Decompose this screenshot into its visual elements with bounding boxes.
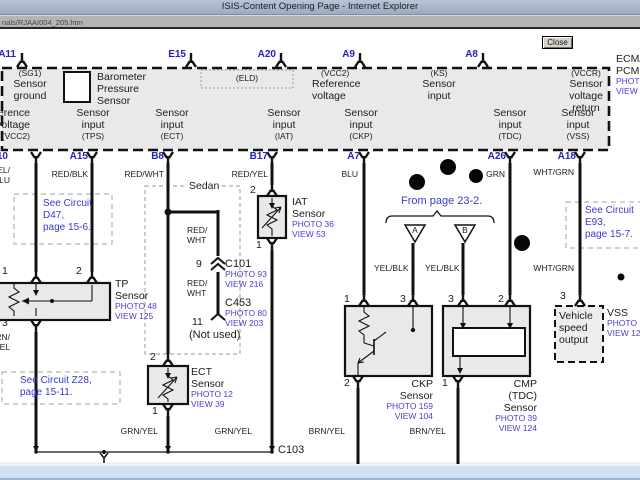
- browser-window: ISIS-Content Opening Page - Internet Exp…: [0, 0, 640, 480]
- pin-label-e15[interactable]: E15: [160, 49, 186, 61]
- vss-label: VSS PHOTO VIEW 12: [607, 307, 640, 338]
- vcc2-reference-voltage-label: (VCC2) Reference voltage: [312, 68, 360, 102]
- c101-view-link[interactable]: VIEW 216: [225, 280, 267, 290]
- pin-label-a18[interactable]: A18: [550, 151, 576, 163]
- triangle-a-letter: A: [408, 225, 422, 235]
- tp-pin-2: 2: [76, 265, 82, 277]
- cmp-inner-element: [453, 328, 525, 356]
- barometer-sensor-box: [64, 72, 90, 102]
- c101-connector-icon: [211, 258, 225, 270]
- ckp-view-link[interactable]: VIEW 104: [373, 412, 433, 422]
- ckp-pin-1: 1: [344, 293, 350, 305]
- wire-color-red-blk: RED/BLK: [46, 169, 88, 179]
- wire-color-yel-blk-b: YEL/BLK: [425, 263, 460, 273]
- wire-color-grn-yel-2: GRN/YEL: [206, 426, 252, 436]
- sensor-input-tps-label: Sensorinput (TPS): [66, 107, 120, 141]
- ect-sensor-label: ECTSensor PHOTO 12 VIEW 39: [191, 366, 233, 409]
- tp-pin-1: 1: [2, 265, 8, 277]
- reference-voltage-label-cut: Reference voltage (VCC2): [0, 107, 30, 141]
- wire-color-grn: GRN: [467, 169, 505, 179]
- sedan-label: Sedan: [186, 180, 222, 192]
- wire-color-red-wht-sedan-2: RED/WHT: [187, 278, 207, 298]
- ecm-pcm-title: ECM/ PCM PHOTO VIEW: [616, 53, 640, 96]
- wire-color-brn-yel-1: BRN/YEL: [299, 426, 345, 436]
- not-used-label: (Not used): [189, 329, 240, 341]
- from-page-note[interactable]: From page 23-2.: [401, 195, 482, 207]
- c453-wire-end-icon: [211, 314, 225, 320]
- ect-pin-1: 1: [152, 405, 158, 417]
- see-circuit-z28-note[interactable]: See Circuit Z28,page 15-11.: [20, 375, 92, 399]
- vss-pin-3: 3: [560, 290, 566, 302]
- vehicle-speed-output-label: Vehiclespeed output: [559, 310, 593, 346]
- pin-label-a8[interactable]: A8: [452, 49, 478, 61]
- tp-sensor-label: TPSensor PHOTO 48 VIEW 125: [115, 278, 157, 321]
- ckp-pin-3: 3: [400, 293, 406, 305]
- see-circuit-e93-note[interactable]: See CircuitE93,page 15-7.: [585, 205, 634, 241]
- pin-label-a9[interactable]: A9: [330, 49, 355, 61]
- cmp-view-link[interactable]: VIEW 124: [477, 424, 537, 434]
- tp-view-link[interactable]: VIEW 125: [115, 312, 157, 322]
- pin-label-b17[interactable]: B17: [242, 151, 268, 163]
- vss-view-link[interactable]: VIEW 12: [607, 329, 640, 339]
- pin-label-a20[interactable]: A20: [250, 49, 276, 61]
- ect-pin-2: 2: [150, 351, 156, 363]
- sensor-input-ckp-label: Sensorinput (CKP): [334, 107, 388, 141]
- sg1-sensor-ground-label: (SG1) Sensor ground: [6, 68, 54, 102]
- tp-pin-3: 3: [2, 317, 8, 329]
- ect-view-link[interactable]: VIEW 39: [191, 400, 233, 410]
- c101-label: C101 PHOTO 93 VIEW 216: [225, 258, 267, 289]
- wire-color-red-wht: RED/WHT: [122, 169, 164, 179]
- see-circuit-d47-note[interactable]: See CircuitD47,page 15-6.: [43, 198, 92, 234]
- cmp-pin-2: 2: [498, 293, 504, 305]
- pin-label-a26[interactable]: A26: [480, 151, 506, 163]
- ckp-pin-2: 2: [344, 377, 350, 389]
- sensor-input-ect-label: Sensorinput (ECT): [145, 107, 199, 141]
- barometer-sensor-label: Barometer Pressure Sensor: [97, 71, 146, 107]
- iat-sensor-label: IATSensor PHOTO 36 VIEW 53: [292, 196, 334, 239]
- cmp-tdc-sensor-label: CMP(TDC) Sensor PHOTO 39 VIEW 124: [477, 378, 537, 433]
- c453-label: C453 PHOTO 80 VIEW 203: [225, 297, 267, 328]
- wire-color-brn-yel-2: BRN/YEL: [400, 426, 446, 436]
- from-page-bracket: [386, 211, 494, 223]
- ks-sensor-input-label: (KS) Sensor input: [418, 68, 460, 102]
- wire-color-red-wht-sedan-1: RED/WHT: [187, 225, 207, 245]
- wire-color-red-yel: RED/YEL: [226, 169, 268, 179]
- ckp-sensor-label: CKPSensor PHOTO 159 VIEW 104: [373, 378, 433, 421]
- pin-label-a7[interactable]: A7: [334, 151, 360, 163]
- iat-pin-1: 1: [256, 239, 262, 251]
- wire-color-grn-yel-1: GRN/YEL: [112, 426, 158, 436]
- close-button[interactable]: Close: [542, 36, 573, 49]
- c103-label: C103: [278, 444, 304, 456]
- pin-label-a15[interactable]: A15: [62, 151, 88, 163]
- junction-dot: [165, 209, 172, 216]
- c101-pin-9: 9: [196, 258, 202, 270]
- sensor-input-tdc-label: Sensorinput (TDC): [483, 107, 537, 141]
- wire-color-grn-yel-cut: GRN/YEL: [0, 332, 10, 352]
- sensor-input-vss-label: Sensorinput (VSS): [551, 107, 605, 141]
- cmp-pin-3: 3: [448, 293, 454, 305]
- sensor-input-iat-label: Sensorinput (IAT): [257, 107, 311, 141]
- wire-color-yel-blk-a: YEL/BLK: [374, 263, 409, 273]
- cmp-pin-1: 1: [442, 377, 448, 389]
- c453-pin-11: 11: [192, 316, 203, 328]
- pin-label-a10[interactable]: A10: [0, 151, 8, 163]
- c103-bus: [33, 446, 275, 463]
- eld-label: (ELD): [201, 73, 293, 83]
- ecm-view-link[interactable]: VIEW: [616, 87, 640, 97]
- pin-label-a11[interactable]: A11: [0, 49, 16, 61]
- iat-view-link[interactable]: VIEW 53: [292, 230, 334, 240]
- wire-color-blu: BLU: [328, 169, 358, 179]
- c453-view-link[interactable]: VIEW 203: [225, 319, 267, 329]
- wire-color-wht-grn-2: WHT/GRN: [530, 263, 574, 273]
- iat-pin-2: 2: [250, 184, 256, 196]
- wire-color-wht-grn-1: WHT/GRN: [530, 167, 574, 177]
- wire-color-yel-blu: YEL/BLU: [0, 165, 10, 185]
- triangle-b-letter: B: [458, 225, 472, 235]
- pin-label-b8[interactable]: B8: [140, 151, 164, 163]
